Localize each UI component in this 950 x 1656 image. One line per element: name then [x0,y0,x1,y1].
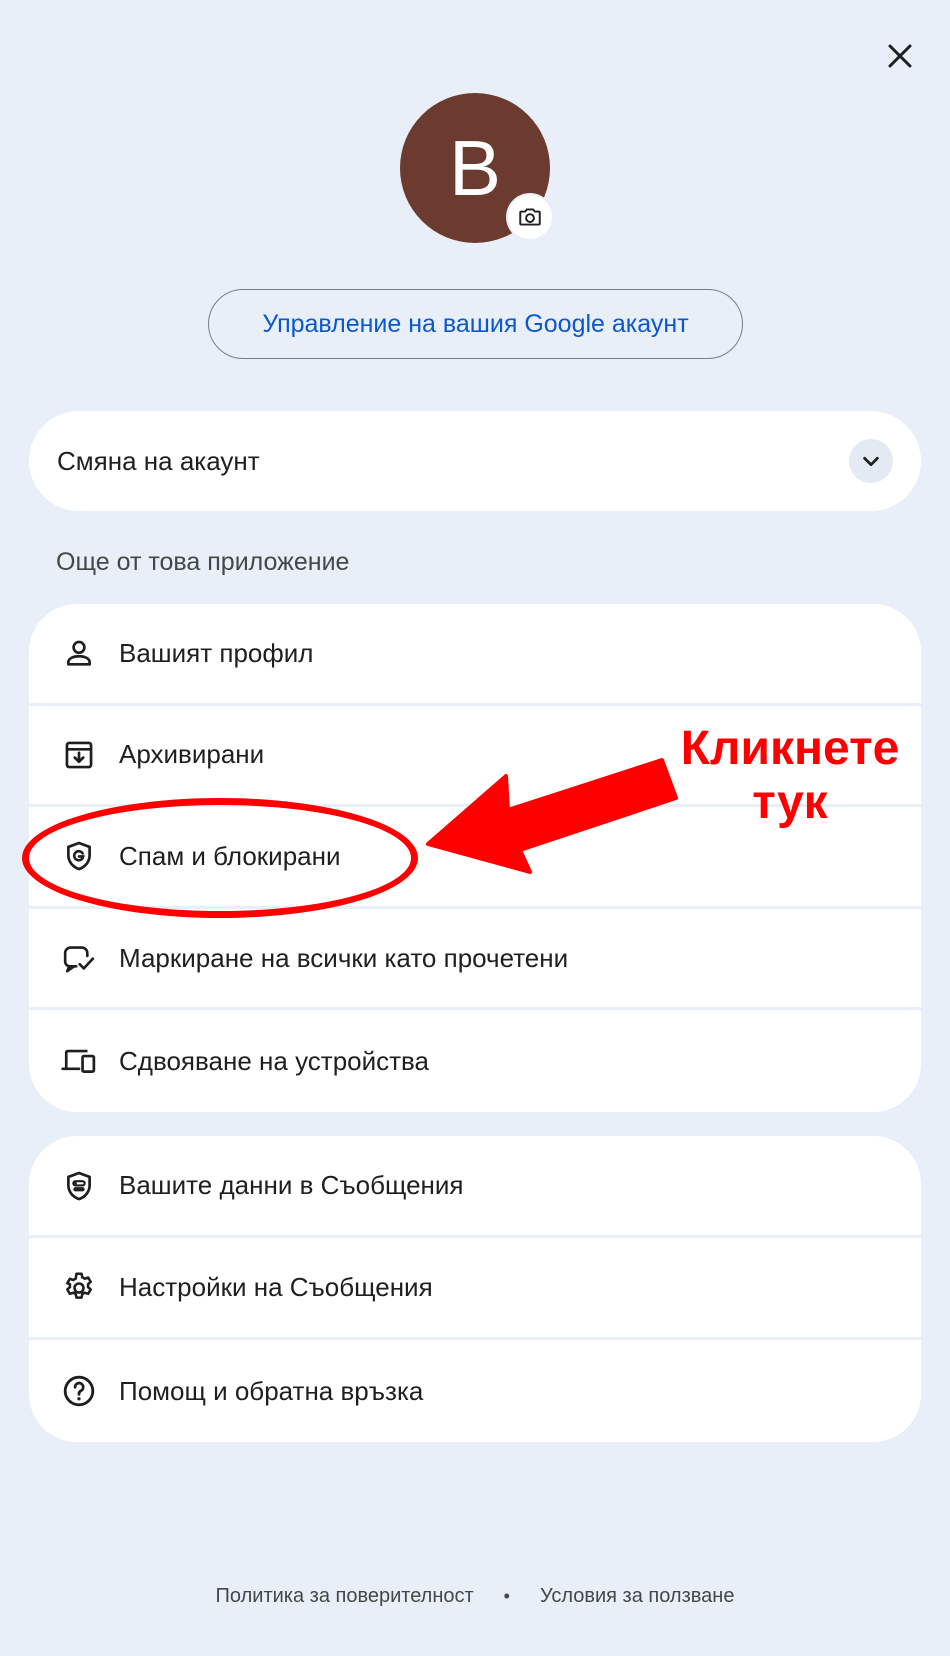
annotation-text: Кликнете тук [660,722,920,830]
devices-icon [57,1039,101,1083]
menu-item-label: Помощ и обратна връзка [119,1375,424,1406]
menu-item-your-data[interactable]: Вашите данни в Съобщения [29,1136,921,1238]
gear-icon [57,1266,101,1310]
footer: Политика за поверителност • Условия за п… [0,1585,950,1608]
manage-account-button[interactable]: Управление на вашия Google акаунт [208,289,743,359]
privacy-policy-link[interactable]: Политика за поверителност [216,1585,474,1608]
settings-menu-card: Вашите данни в Съобщения Настройки на Съ… [29,1136,921,1442]
menu-item-profile[interactable]: Вашият профил [29,604,921,706]
menu-item-label: Архивирани [119,739,265,770]
menu-item-label: Маркиране на всички като прочетени [119,942,569,973]
avatar-container[interactable]: B [400,93,552,243]
close-icon [888,44,912,68]
menu-item-device-pairing[interactable]: Сдвояване на устройства [29,1010,921,1112]
menu-item-label: Спам и блокирани [119,840,341,871]
archive-icon [57,733,101,777]
change-photo-button[interactable] [508,195,552,239]
help-icon [57,1369,101,1413]
camera-icon [519,208,541,226]
switch-account-row[interactable]: Смяна на акаунт [29,411,921,511]
annotation-line-2: тук [752,776,828,829]
section-title: Още от това приложение [56,548,350,576]
footer-separator: • [503,1586,510,1606]
menu-item-help-feedback[interactable]: Помощ и обратна връзка [29,1340,921,1442]
menu-item-mark-all-read[interactable]: Маркиране на всички като прочетени [29,909,921,1011]
close-button[interactable] [872,28,928,84]
shield-g-icon [57,834,101,878]
annotation-line-1: Кликнете [680,722,900,775]
chevron-down-icon [863,456,879,467]
terms-link[interactable]: Условия за ползване [540,1585,734,1608]
menu-item-label: Сдвояване на устройства [119,1045,430,1076]
menu-item-settings[interactable]: Настройки на Съобщения [29,1238,921,1340]
menu-item-label: Настройки на Съобщения [119,1272,433,1302]
switch-account-label: Смяна на акаунт [57,445,260,476]
menu-item-label: Вашият профил [119,637,314,668]
app-menu-card: Вашият профил Архивирани Спам и блокиран… [29,604,921,1112]
person-icon [57,631,101,675]
expand-accounts-button[interactable] [849,439,893,483]
menu-item-label: Вашите данни в Съобщения [119,1170,464,1200]
privacy-shield-icon [57,1164,101,1208]
mark-read-icon [57,936,101,980]
